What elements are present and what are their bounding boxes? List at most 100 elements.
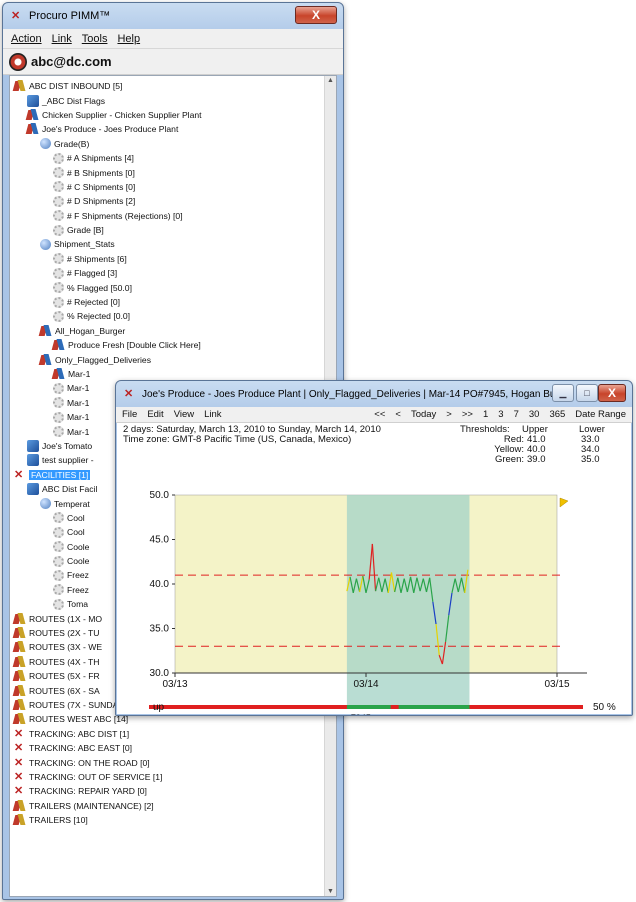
menu-view[interactable]: View: [174, 409, 194, 420]
tree-node[interactable]: ABC DIST INBOUND [5]: [10, 79, 336, 93]
group-blue-icon: [53, 339, 65, 351]
tree-node-label: % Flagged [50.0]: [67, 282, 132, 293]
nav-next[interactable]: >: [446, 409, 452, 420]
range-30-days[interactable]: 30: [529, 409, 540, 420]
tree-node[interactable]: All_Hogan_Burger: [10, 324, 336, 338]
tree-node[interactable]: % Rejected [0.0]: [10, 309, 336, 323]
menu-link[interactable]: Link: [52, 33, 72, 45]
tree-node[interactable]: Only_Flagged_Deliveries: [10, 352, 336, 366]
date-nav: << < Today > >> 1 3 7 30 365 Date Range: [374, 409, 626, 420]
group-icon: [14, 800, 26, 812]
menu-file[interactable]: File: [122, 409, 137, 420]
group-blue-icon: [27, 123, 39, 135]
tree-node[interactable]: ✕ TRACKING: ABC EAST [0]: [10, 741, 336, 755]
close-button[interactable]: X: [295, 6, 337, 24]
temperature-chart[interactable]: 50.0 45.0 40.0 35.0 30.003/13 03/14 03/15 up 50 …: [117, 465, 633, 715]
group-icon: [14, 656, 26, 668]
tree-node[interactable]: # Flagged [3]: [10, 266, 336, 280]
tree-node[interactable]: ✕ TRACKING: ON THE ROAD [0]: [10, 755, 336, 769]
tree-node-label: Mar-1: [68, 369, 91, 379]
gear-icon: [53, 426, 64, 438]
maximize-button[interactable]: □: [576, 384, 598, 402]
tree-node-label: TRACKING: ABC DIST [1]: [29, 728, 130, 739]
tree-node-label: TRACKING: ABC EAST [0]: [29, 743, 132, 754]
tree-node-label: Shipment_Stats: [54, 239, 115, 250]
feed-icon: [27, 483, 39, 496]
tree-node-label: Grade(B): [54, 138, 90, 149]
tree-node-label: # Rejected [0]: [67, 297, 121, 308]
nav-last[interactable]: >>: [462, 409, 473, 420]
tree-node-label: TRAILERS (MAINTENANCE) [2]: [29, 800, 154, 811]
group-blue-icon: [27, 109, 39, 121]
tree-node-label: TRAILERS [10]: [29, 815, 88, 826]
po-label: 7945: [351, 713, 371, 715]
threshold-green-name: Green:: [494, 454, 524, 465]
timezone-text: Time zone: GMT-8 Pacific Time (US, Canad…: [123, 434, 352, 445]
y-tick-label: 50.0: [150, 490, 170, 501]
menu-edit[interactable]: Edit: [147, 409, 163, 420]
tree-node-label: ROUTES (5X - FR: [29, 671, 100, 682]
tree-node[interactable]: ✕ TRACKING: REPAIR YARD [0]: [10, 784, 336, 798]
tree-node[interactable]: Grade(B): [10, 137, 336, 151]
tree-node[interactable]: Shipment_Stats: [10, 237, 336, 251]
tree-node[interactable]: Chicken Supplier - Chicken Supplier Plan…: [10, 108, 336, 122]
x-tick-label: 03/13: [162, 679, 187, 690]
chart-titlebar[interactable]: ✕ Joe's Produce - Joes Produce Plant | O…: [116, 381, 632, 407]
group-icon: [14, 613, 26, 625]
tree-node[interactable]: TRAILERS (MAINTENANCE) [2]: [10, 799, 336, 813]
tree-node[interactable]: Produce Fresh [Double Click Here]: [10, 338, 336, 352]
tree-node[interactable]: Grade [B]: [10, 223, 336, 237]
menu-link-chart[interactable]: Link: [204, 409, 221, 420]
y-tick-label: 30.0: [150, 668, 170, 679]
gear-icon: [53, 267, 64, 279]
range-365-days[interactable]: 365: [549, 409, 565, 420]
tree-node[interactable]: # B Shipments [0]: [10, 165, 336, 179]
tree-node[interactable]: # D Shipments [2]: [10, 194, 336, 208]
tree-node[interactable]: _ABC Dist Flags: [10, 93, 336, 107]
tree-node[interactable]: # Rejected [0]: [10, 295, 336, 309]
nav-today[interactable]: Today: [411, 409, 436, 420]
tree-node[interactable]: TRAILERS [10]: [10, 813, 336, 827]
tree-node-label: Joe's Tomato: [42, 440, 93, 451]
nav-first[interactable]: <<: [374, 409, 385, 420]
tree-node-label: # D Shipments [2]: [67, 196, 136, 207]
tree-node[interactable]: # A Shipments [4]: [10, 151, 336, 165]
gear-icon: [53, 411, 64, 423]
main-titlebar[interactable]: ✕ Procuro PIMM™ X: [3, 3, 343, 29]
date-range-button[interactable]: Date Range: [575, 409, 626, 420]
tree-node-label: Grade [B]: [67, 225, 104, 236]
flag-icon: [559, 497, 569, 508]
tree-node[interactable]: # F Shipments (Rejections) [0]: [10, 209, 336, 223]
globe-icon: [40, 238, 51, 250]
range-1-day[interactable]: 1: [483, 409, 488, 420]
tree-node-label: Only_Flagged_Deliveries: [55, 354, 152, 365]
gear-icon: [53, 397, 64, 409]
range-7-days[interactable]: 7: [514, 409, 519, 420]
gear-icon: [53, 195, 64, 207]
tree-node[interactable]: ✕ TRACKING: ABC DIST [1]: [10, 727, 336, 741]
tree-node[interactable]: Joe's Produce - Joes Produce Plant: [10, 122, 336, 136]
tree-node-label: Cool: [67, 527, 85, 538]
range-3-days[interactable]: 3: [498, 409, 503, 420]
tree-node[interactable]: % Flagged [50.0]: [10, 280, 336, 294]
chart-close-button[interactable]: X: [598, 384, 626, 402]
tree-node-label: test supplier -: [42, 455, 94, 466]
tree-node[interactable]: ✕ TRACKING: OUT OF SERVICE [1]: [10, 770, 336, 784]
minimize-button[interactable]: ▁: [552, 384, 574, 402]
tree-node-label: Toma: [67, 599, 89, 610]
tree-node-label: ROUTES (2X - TU: [29, 628, 100, 639]
tree-node[interactable]: # C Shipments [0]: [10, 180, 336, 194]
tree-node-label: Chicken Supplier - Chicken Supplier Plan…: [42, 109, 202, 120]
menu-help[interactable]: Help: [117, 33, 140, 45]
group-icon: [14, 699, 26, 711]
gear-icon: [53, 282, 64, 294]
gear-icon: [53, 555, 64, 567]
menu-tools[interactable]: Tools: [82, 33, 108, 45]
tree-node-label: Mar-1: [67, 426, 90, 437]
tree-node[interactable]: # Shipments [6]: [10, 252, 336, 266]
menu-action[interactable]: Action: [11, 33, 42, 45]
nav-prev[interactable]: <: [395, 409, 401, 420]
y-tick-label: 40.0: [150, 579, 170, 590]
chart-window-title: Joe's Produce - Joes Produce Plant | Onl…: [142, 388, 562, 400]
tree-node-label: # Shipments [6]: [67, 253, 127, 264]
